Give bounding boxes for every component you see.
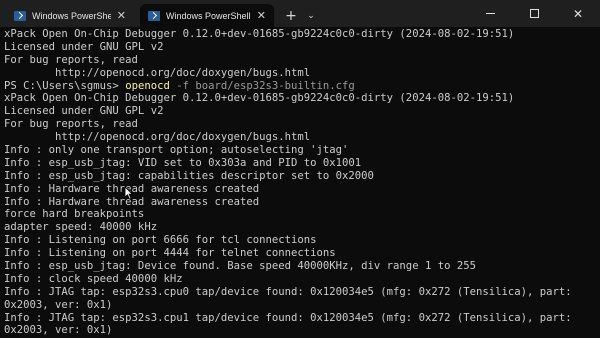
prompt: PS C:\Users\sgmus> — [4, 79, 126, 92]
maximize-icon — [529, 9, 539, 18]
terminal-line: For bug reports, read — [4, 118, 138, 131]
maximize-button[interactable] — [512, 0, 556, 27]
terminal-line: Info : Listening on port 6666 for tcl co… — [4, 234, 317, 247]
terminal-line: xPack Open On-Chip Debugger 0.12.0+dev-0… — [4, 92, 515, 105]
terminal-line: Info : JTAG tap: esp32s3.cpu0 tap/device… — [4, 285, 572, 298]
minimize-icon — [485, 13, 495, 14]
tab-windows-powershell-2[interactable]: Windows PowerShell ✕ — [140, 4, 274, 27]
terminal-line: Info : JTAG tap: esp32s3.cpu1 tap/device… — [4, 311, 572, 324]
terminal-line: Info : only one transport option; autose… — [4, 144, 349, 157]
terminal-line: For bug reports, read — [4, 53, 138, 66]
terminal-line: Info : Hardware thread awareness created — [4, 182, 260, 195]
terminal-line: Licensed under GNU GPL v2 — [4, 105, 164, 118]
terminal-line: force hard breakpoints — [4, 208, 145, 221]
tab-dropdown-button[interactable]: ⌄ — [302, 4, 320, 27]
command: openocd — [125, 79, 170, 92]
terminal-line: xPack Open On-Chip Debugger 0.12.0+dev-0… — [4, 28, 515, 40]
terminal-line: Info : clock speed 40000 kHz — [4, 272, 183, 285]
terminal-line: 0x2003, ver: 0x1) — [4, 324, 113, 337]
tab-close-icon[interactable]: ✕ — [117, 9, 126, 22]
tab-windows-powershell-1[interactable]: Windows PowerShell ✕ — [6, 4, 134, 27]
tab-title: Windows PowerShell — [166, 10, 251, 21]
terminal-line: http://openocd.org/doc/doxygen/bugs.html — [4, 66, 311, 79]
powershell-icon — [148, 10, 160, 21]
terminal-line: Info : Listening on port 4444 for telnet… — [4, 247, 336, 260]
terminal-line: 0x2003, ver: 0x1) — [4, 298, 113, 311]
terminal-line: Info : esp_usb_jtag: capabilities descri… — [4, 169, 374, 182]
command-args: -f board/esp32s3-builtin.cfg — [169, 79, 355, 92]
close-window-button[interactable]: ✕ — [556, 0, 600, 27]
terminal-line: http://openocd.org/doc/doxygen/bugs.html — [4, 131, 311, 144]
tab-title: Windows PowerShell — [32, 10, 111, 21]
terminal-line: Info : Hardware thread awareness created — [4, 195, 260, 208]
terminal-line: Licensed under GNU GPL v2 — [4, 40, 164, 53]
terminal-line: Info : esp_usb_jtag: VID set to 0x303a a… — [4, 156, 362, 169]
close-icon: ✕ — [572, 6, 584, 21]
minimize-button[interactable] — [468, 0, 512, 27]
terminal-line: adapter speed: 40000 kHz — [4, 221, 158, 234]
terminal-line: PS C:\Users\sgmus> openocd -f board/esp3… — [4, 80, 600, 93]
terminal-output[interactable]: xPack Open On-Chip Debugger 0.12.0+dev-0… — [0, 27, 600, 338]
powershell-icon — [14, 10, 26, 21]
tab-close-icon[interactable]: ✕ — [257, 9, 266, 22]
terminal-line: Info : esp_usb_jtag: Device found. Base … — [4, 260, 476, 273]
new-tab-button[interactable]: + — [280, 4, 302, 27]
